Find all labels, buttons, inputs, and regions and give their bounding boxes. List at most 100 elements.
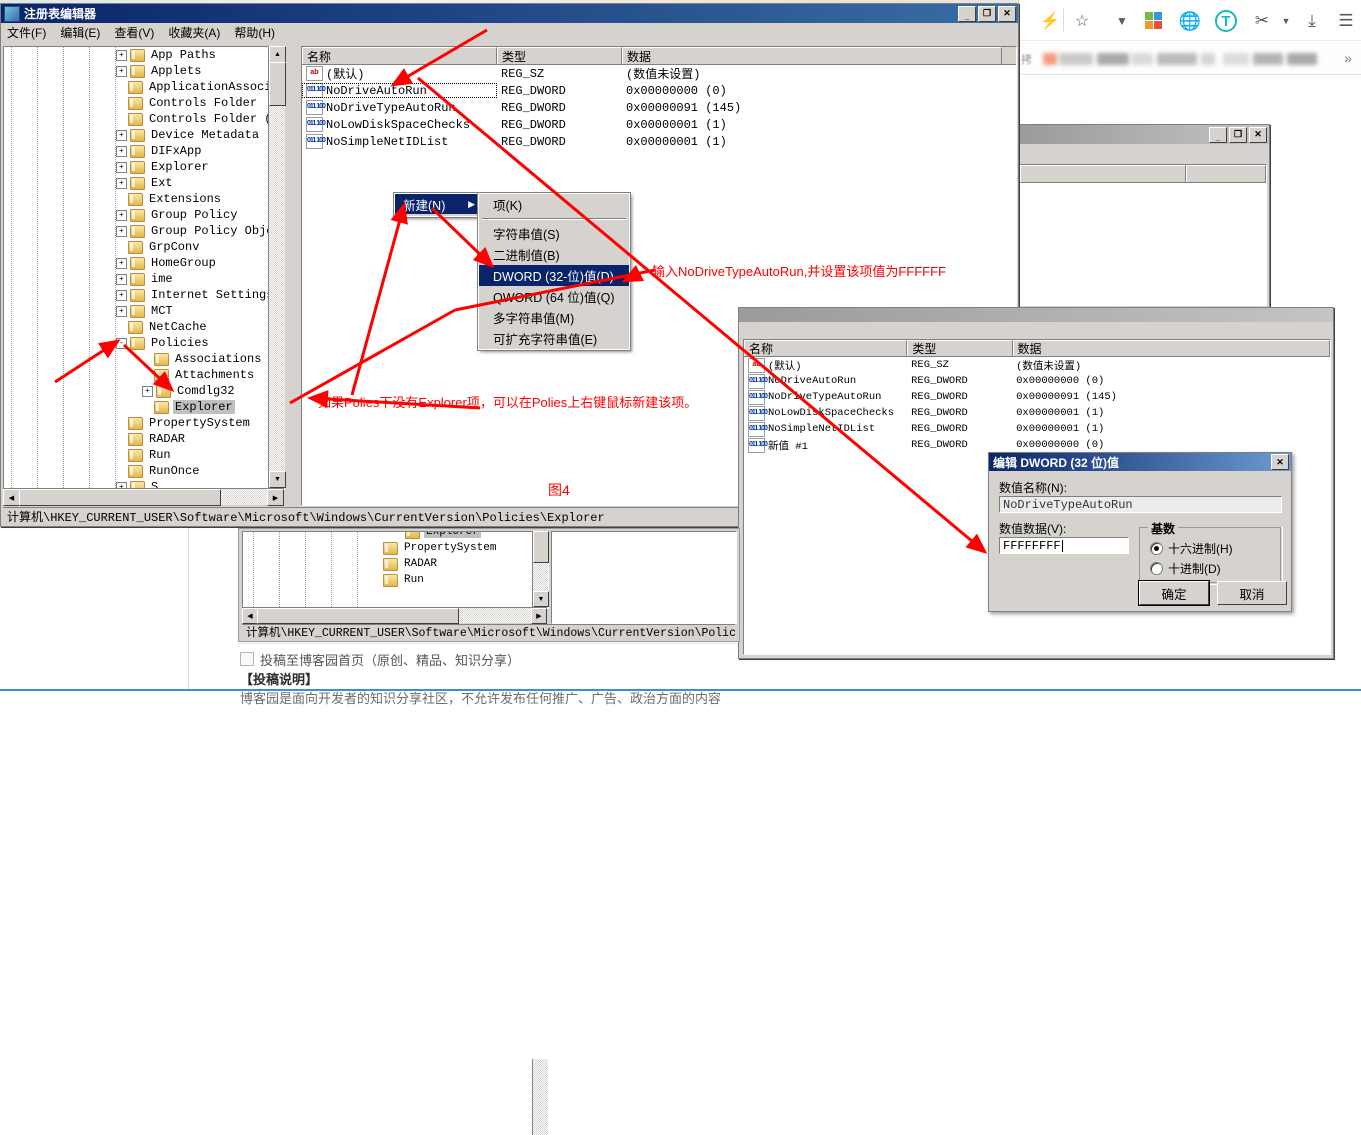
regedit-close-button[interactable]: ✕	[998, 5, 1016, 22]
edit-dialog-close-button[interactable]: ✕	[1271, 454, 1289, 470]
edit-dword-dialog[interactable]: 编辑 DWORD (32 位)值 ✕ 数值名称(N): NoDriveTypeA…	[988, 452, 1292, 612]
expand-icon[interactable]: +	[116, 65, 127, 77]
context-menu-item[interactable]: QWORD (64 位)值(Q)	[479, 286, 629, 307]
tree-item[interactable]: + Ext	[4, 175, 282, 191]
tree-item[interactable]: + App Paths	[4, 47, 282, 63]
tree-item[interactable]: + Comdlg32	[4, 383, 282, 399]
value-row[interactable]: 011 100 NoDriveTypeAutoRun REG_DWORD 0x0000…	[744, 389, 1330, 405]
value-data-input[interactable]: FFFFFFFF	[999, 537, 1129, 554]
tree-item[interactable]: Attachments	[4, 367, 282, 383]
tree-item[interactable]: PropertySystem	[243, 540, 543, 556]
submit-instructions-link[interactable]: 【投稿说明】	[240, 669, 318, 688]
tree-item[interactable]: Controls Folder	[4, 95, 282, 111]
bottom-regedit-window[interactable]: Explorer PropertySystem RADAR Run ▼ ◀ ▶ 计算机…	[238, 528, 740, 1135]
context-menu-item[interactable]: 二进制值(B)	[479, 244, 629, 265]
bottom-tree-vscroll[interactable]	[532, 1059, 548, 1135]
tree-item[interactable]: + DIFxApp	[4, 143, 282, 159]
tree-item[interactable]: + Group Policy Objects	[4, 223, 284, 239]
value-row[interactable]: 011 100 NoDriveAutoRun REG_DWORD 0x00000000…	[744, 373, 1330, 389]
menu-item-3[interactable]: 收藏夹(A)	[168, 24, 220, 41]
context-submenu-new[interactable]: 项(K) 字符串值(S) 二进制值(B) DWORD (32-位)值(D) QWORD …	[477, 192, 631, 351]
tree-item[interactable]: Extensions	[4, 191, 282, 207]
context-menu-item[interactable]: 可扩充字符串值(E)	[479, 328, 629, 349]
radio-dec-option[interactable]: 十进制(D)	[1150, 560, 1221, 577]
column-header-0[interactable]: 名称	[302, 47, 497, 64]
bottom-values-pane[interactable]	[551, 531, 737, 624]
value-row[interactable]: 011 100 NoSimpleNetIDList REG_DWORD 0x00000…	[744, 421, 1330, 437]
context-menu-item[interactable]: 项(K)	[479, 194, 629, 215]
value-name-input[interactable]: NoDriveTypeAutoRun	[999, 496, 1282, 513]
expand-icon[interactable]: +	[116, 49, 127, 61]
second-list-body[interactable]: ab (默认) REG_SZ (数值未设置) 011 100 NoDriveAutoRun…	[744, 357, 1330, 453]
tree-item[interactable]: + Group Policy	[4, 207, 282, 223]
expand-icon[interactable]: +	[116, 145, 127, 157]
second-list-header[interactable]: 名称 类型 数据	[744, 340, 1330, 357]
tree-item[interactable]: + HomeGroup	[4, 255, 282, 271]
expand-icon[interactable]: +	[116, 257, 127, 269]
value-row[interactable]: 011 100 NoLowDiskSpaceChecks REG_DWORD 0x00…	[302, 116, 1016, 133]
context-menu-item[interactable]: 多字符串值(M)	[479, 307, 629, 328]
tree-item[interactable]: RADAR	[4, 431, 282, 447]
values-list-body[interactable]: ab (默认) REG_SZ (数值未设置) 011 100 NoDriveAutoRun…	[302, 65, 1016, 150]
expand-icon[interactable]: +	[142, 385, 153, 397]
globe-icon[interactable]: 🌐	[1179, 10, 1201, 32]
scissors-icon[interactable]: ✂	[1251, 10, 1273, 32]
values-list-header[interactable]: 名称 类型 数据	[302, 47, 1016, 65]
tree-vertical-scrollbar[interactable]: ▲ ▼	[268, 46, 286, 488]
ok-button[interactable]: 确定	[1138, 580, 1210, 606]
expand-icon[interactable]: +	[116, 289, 127, 301]
lightning-icon[interactable]: ⚡	[1039, 10, 1061, 32]
expand-icon[interactable]: +	[116, 225, 127, 237]
regedit-minimize-button[interactable]: _	[958, 5, 976, 22]
expand-icon[interactable]: +	[116, 177, 127, 189]
context-menu-new-item[interactable]: 新建(N) ▶	[395, 194, 479, 214]
value-row[interactable]: 011 100 新值 #1 REG_DWORD 0x00000000 (0)	[744, 437, 1330, 453]
context-menu-item[interactable]: 字符串值(S)	[479, 223, 629, 244]
value-row[interactable]: ab (默认) REG_SZ (数值未设置)	[302, 65, 1016, 82]
context-menu-item[interactable]: DWORD (32-位)值(D)	[479, 265, 629, 286]
background-regedit-window[interactable]: _ ❐ ✕	[1016, 124, 1270, 308]
tree-item[interactable]: PropertySystem	[4, 415, 282, 431]
tree-item[interactable]: + MCT	[4, 303, 282, 319]
star-icon[interactable]: ☆	[1071, 10, 1093, 32]
expand-icon[interactable]: +	[116, 273, 127, 285]
tree-item[interactable]: ApplicationAssociati	[4, 79, 284, 95]
radio-hex-icon[interactable]	[1150, 542, 1163, 555]
value-row[interactable]: 011 100 NoLowDiskSpaceChecks REG_DWORD 0x00…	[744, 405, 1330, 421]
menu-item-0[interactable]: 文件(F)	[7, 24, 46, 41]
chevron-down-icon[interactable]: ▼	[1111, 10, 1133, 32]
tree-item[interactable]: + Explorer	[4, 159, 282, 175]
registry-tree-pane[interactable]: + App Paths + Applets ApplicationAssociati Co…	[3, 46, 285, 490]
value-row[interactable]: 011 100 NoDriveAutoRun REG_DWORD 0x00000000…	[302, 82, 1016, 99]
bottom-tree-hscroll[interactable]: ◀ ▶	[242, 607, 547, 624]
collapse-icon[interactable]: -	[116, 337, 127, 349]
value-row[interactable]: 011 100 NoSimpleNetIDList REG_DWORD 0x00000…	[302, 133, 1016, 150]
expand-icon[interactable]: +	[116, 305, 127, 317]
tree-item[interactable]: RunOnce	[4, 463, 282, 479]
radio-dec-icon[interactable]	[1150, 562, 1163, 575]
tree-item[interactable]: + Internet Settings	[4, 287, 282, 303]
expand-icon[interactable]: +	[116, 161, 127, 173]
bottom-tree-pane[interactable]: Explorer PropertySystem RADAR Run	[242, 531, 549, 609]
tree-item[interactable]: + Applets	[4, 63, 282, 79]
menu-item-1[interactable]: 编辑(E)	[60, 24, 100, 41]
tree-item[interactable]: Associations	[4, 351, 282, 367]
tree-item[interactable]: NetCache	[4, 319, 282, 335]
tree-item[interactable]: Explorer	[243, 532, 543, 540]
pane-splitter[interactable]	[286, 46, 300, 504]
expand-icon[interactable]: +	[116, 209, 127, 221]
microsoft-icon[interactable]	[1143, 10, 1165, 32]
column-header-1[interactable]: 类型	[907, 340, 1013, 356]
tree-horizontal-scrollbar[interactable]: ◀ ▶	[3, 488, 284, 506]
tree-item[interactable]: Run	[243, 572, 543, 588]
tree-item[interactable]: GrpConv	[4, 239, 282, 255]
tree-item[interactable]: Controls Folder (Wow	[4, 111, 284, 127]
background-close-button[interactable]: ✕	[1249, 126, 1267, 143]
column-header-1[interactable]: 类型	[497, 47, 622, 64]
value-row[interactable]: 011 100 NoDriveTypeAutoRun REG_DWORD 0x0000…	[302, 99, 1016, 116]
scissors-dropdown-icon[interactable]: ▼	[1275, 10, 1297, 32]
tree-item[interactable]: Run	[4, 447, 282, 463]
background-maximize-button[interactable]: ❐	[1229, 126, 1247, 143]
download-icon[interactable]: ⤓	[1301, 10, 1323, 32]
tree-item[interactable]: + Device Metadata	[4, 127, 282, 143]
